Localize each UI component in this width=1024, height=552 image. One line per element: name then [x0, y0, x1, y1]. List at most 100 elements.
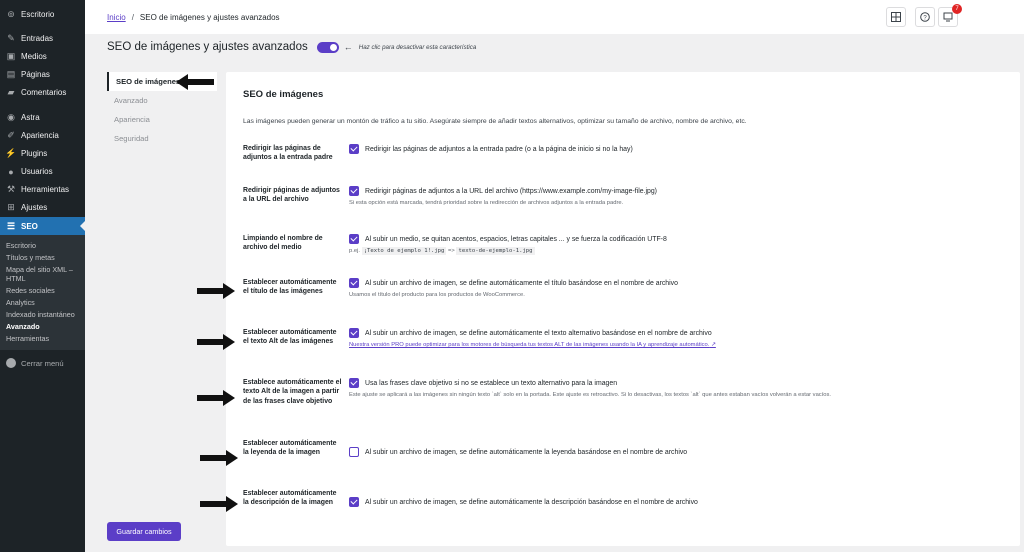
- checkbox-text: Al subir un archivo de imagen, se define…: [365, 498, 698, 506]
- help-button[interactable]: ?: [915, 7, 935, 27]
- page-heading: SEO de imágenes y ajustes avanzados ← Ha…: [107, 41, 476, 53]
- subnav-apariencia[interactable]: Apariencia: [107, 110, 217, 129]
- breadcrumb-current: SEO de imágenes y ajustes avanzados: [139, 12, 280, 22]
- menu-label: Comentarios: [21, 88, 67, 98]
- menu-label: Astra: [21, 112, 40, 122]
- pro-version-link[interactable]: Nuestra versión PRO puede optimizar para…: [349, 342, 999, 348]
- menu-item-plugins[interactable]: ⚡ Plugins: [0, 144, 85, 162]
- panel-title: SEO de imágenes: [243, 89, 324, 100]
- menu-label: Entradas: [21, 33, 54, 43]
- example-before: ¡Texto de ejemplo 1!.jpg: [361, 247, 447, 255]
- submenu-herramientas[interactable]: Herramientas: [0, 334, 85, 343]
- menu-item-comentarios[interactable]: ▰ Comentarios: [0, 84, 85, 102]
- menu-item-seo[interactable]: ☰ SEO: [0, 217, 85, 236]
- toggle-hint: Haz clic para desactivar esta caracterís…: [358, 43, 477, 51]
- example-after: texto-de-ejemplo-1.jpg: [456, 247, 535, 255]
- checkbox-text: Al subir un archivo de imagen, se define…: [365, 329, 712, 337]
- setting-label: Establecer automáticamente la leyenda de…: [243, 440, 337, 457]
- pro-link-text: Nuestra versión PRO puede optimizar para…: [349, 342, 710, 348]
- checkbox-auto-title[interactable]: [349, 278, 359, 288]
- checkbox-text: Al subir un archivo de imagen, se define…: [365, 279, 678, 287]
- admin-sidebar: ⊚ Escritorio ✎ Entradas ▣ Medios ▤ Páginas ▰…: [0, 0, 85, 552]
- astra-icon: ◉: [7, 111, 15, 122]
- setting-description: p.ej. ¡Texto de ejemplo 1!.jpg => texto-…: [349, 247, 999, 255]
- checkbox-redirect-file[interactable]: [349, 186, 359, 196]
- feature-toggle[interactable]: [316, 41, 339, 53]
- example-arrow: =>: [448, 248, 455, 254]
- menu-label: Herramientas: [21, 185, 70, 195]
- setting-description: Este ajuste se aplicará a las imágenes s…: [349, 392, 832, 398]
- wrench-icon: ⚒: [6, 184, 16, 195]
- external-link-icon: ↗: [711, 342, 716, 348]
- annotation-arrow-icon: [197, 334, 235, 350]
- breadcrumb-separator: /: [131, 12, 134, 22]
- checkbox-text: Al subir un archivo de imagen, se define…: [365, 448, 688, 456]
- setting-description: Si esta opción está marcada, tendrá prio…: [349, 200, 624, 206]
- menu-label: Escritorio: [21, 9, 55, 19]
- save-button[interactable]: Guardar cambios: [107, 522, 181, 541]
- collapse-icon: [6, 358, 16, 369]
- setting-label: Establece automáticamente el texto Alt d…: [243, 379, 342, 405]
- setting-label: Establecer automáticamente el título de …: [243, 279, 337, 296]
- menu-item-apariencia[interactable]: ✐ Apariencia: [0, 126, 85, 144]
- notifications-icon: [943, 12, 953, 22]
- notifications-badge: 7: [952, 4, 962, 14]
- submenu-sitemap[interactable]: Mapa del sitio XML – HTML: [0, 265, 85, 283]
- menu-label: Plugins: [21, 148, 48, 158]
- checkbox-text: Usa las frases clave objetivo si no se e…: [365, 379, 618, 387]
- menu-item-escritorio[interactable]: ⊚ Escritorio: [0, 5, 85, 23]
- submenu-escritorio[interactable]: Escritorio: [0, 241, 85, 250]
- menu-item-ajustes[interactable]: ⊞ Ajustes: [0, 199, 85, 217]
- grid-icon: [891, 12, 901, 22]
- media-icon: ▣: [6, 50, 16, 61]
- annotation-arrow-icon: [197, 390, 235, 406]
- submenu-avanzado[interactable]: Avanzado: [0, 322, 85, 331]
- checkbox-text: Redirigir páginas de adjuntos a la URL d…: [365, 187, 657, 195]
- subnav-avanzado[interactable]: Avanzado: [107, 91, 217, 110]
- pages-icon: ▤: [6, 69, 16, 80]
- plugin-icon: ⚡: [5, 147, 17, 158]
- collapse-menu-button[interactable]: Cerrar menú: [0, 354, 85, 372]
- annotation-arrow-icon: [176, 74, 214, 90]
- menu-item-paginas[interactable]: ▤ Páginas: [0, 66, 85, 84]
- checkbox-text: Al subir un medio, se quitan acentos, es…: [365, 235, 667, 243]
- submenu-redes-sociales[interactable]: Redes sociales: [0, 286, 85, 295]
- checkbox-auto-description[interactable]: [349, 497, 359, 507]
- example-prefix: p.ej.: [349, 248, 360, 254]
- checkbox-redirect-parent[interactable]: [349, 144, 359, 154]
- menu-label: SEO: [21, 221, 38, 231]
- setting-label: Redirigir las páginas de adjuntos a la e…: [243, 145, 333, 162]
- checkbox-auto-alt[interactable]: [349, 328, 359, 338]
- menu-item-usuarios[interactable]: ● Usuarios: [0, 163, 85, 181]
- brush-icon: ✐: [7, 129, 15, 140]
- top-header: Inicio / SEO de imágenes y ajustes avanz…: [85, 0, 1024, 34]
- setting-label: Establecer automáticamente la descripció…: [243, 490, 337, 507]
- menu-label: Páginas: [21, 70, 50, 80]
- menu-item-astra[interactable]: ◉ Astra: [0, 108, 85, 126]
- submenu-indexado[interactable]: Indexado instantáneo: [0, 310, 85, 319]
- notifications-button[interactable]: 7: [938, 4, 962, 27]
- pin-icon: ✎: [7, 32, 15, 43]
- seo-submenu: Escritorio Títulos y metas Mapa del siti…: [0, 235, 85, 351]
- checkbox-keyphrase-alt[interactable]: [349, 378, 359, 388]
- layout-button[interactable]: [886, 7, 906, 27]
- help-icon: ?: [920, 12, 930, 22]
- submenu-analytics[interactable]: Analytics: [0, 298, 85, 307]
- settings-panel: SEO de imágenes Las imágenes pueden gene…: [226, 72, 1020, 546]
- checkbox-text: Redirigir las páginas de adjuntos a la e…: [365, 145, 633, 153]
- menu-item-entradas[interactable]: ✎ Entradas: [0, 29, 85, 47]
- setting-label: Redirigir páginas de adjuntos a la URL d…: [243, 187, 340, 204]
- comments-icon: ▰: [7, 87, 15, 98]
- checkbox-clean-filename[interactable]: [349, 234, 359, 244]
- breadcrumb-home-link[interactable]: Inicio: [107, 13, 126, 22]
- settings-icon: ⊞: [7, 202, 15, 213]
- menu-item-herramientas[interactable]: ⚒ Herramientas: [0, 181, 85, 199]
- checkbox-auto-caption[interactable]: [349, 447, 359, 457]
- setting-label: Limpiando el nombre de archivo del medio: [243, 235, 323, 252]
- menu-label: Medios: [21, 51, 47, 61]
- submenu-titulos-metas[interactable]: Títulos y metas: [0, 253, 85, 262]
- menu-item-medios[interactable]: ▣ Medios: [0, 47, 85, 65]
- menu-label: Ajustes: [21, 203, 48, 213]
- subnav-seguridad[interactable]: Seguridad: [107, 129, 217, 148]
- users-icon: ●: [8, 166, 14, 177]
